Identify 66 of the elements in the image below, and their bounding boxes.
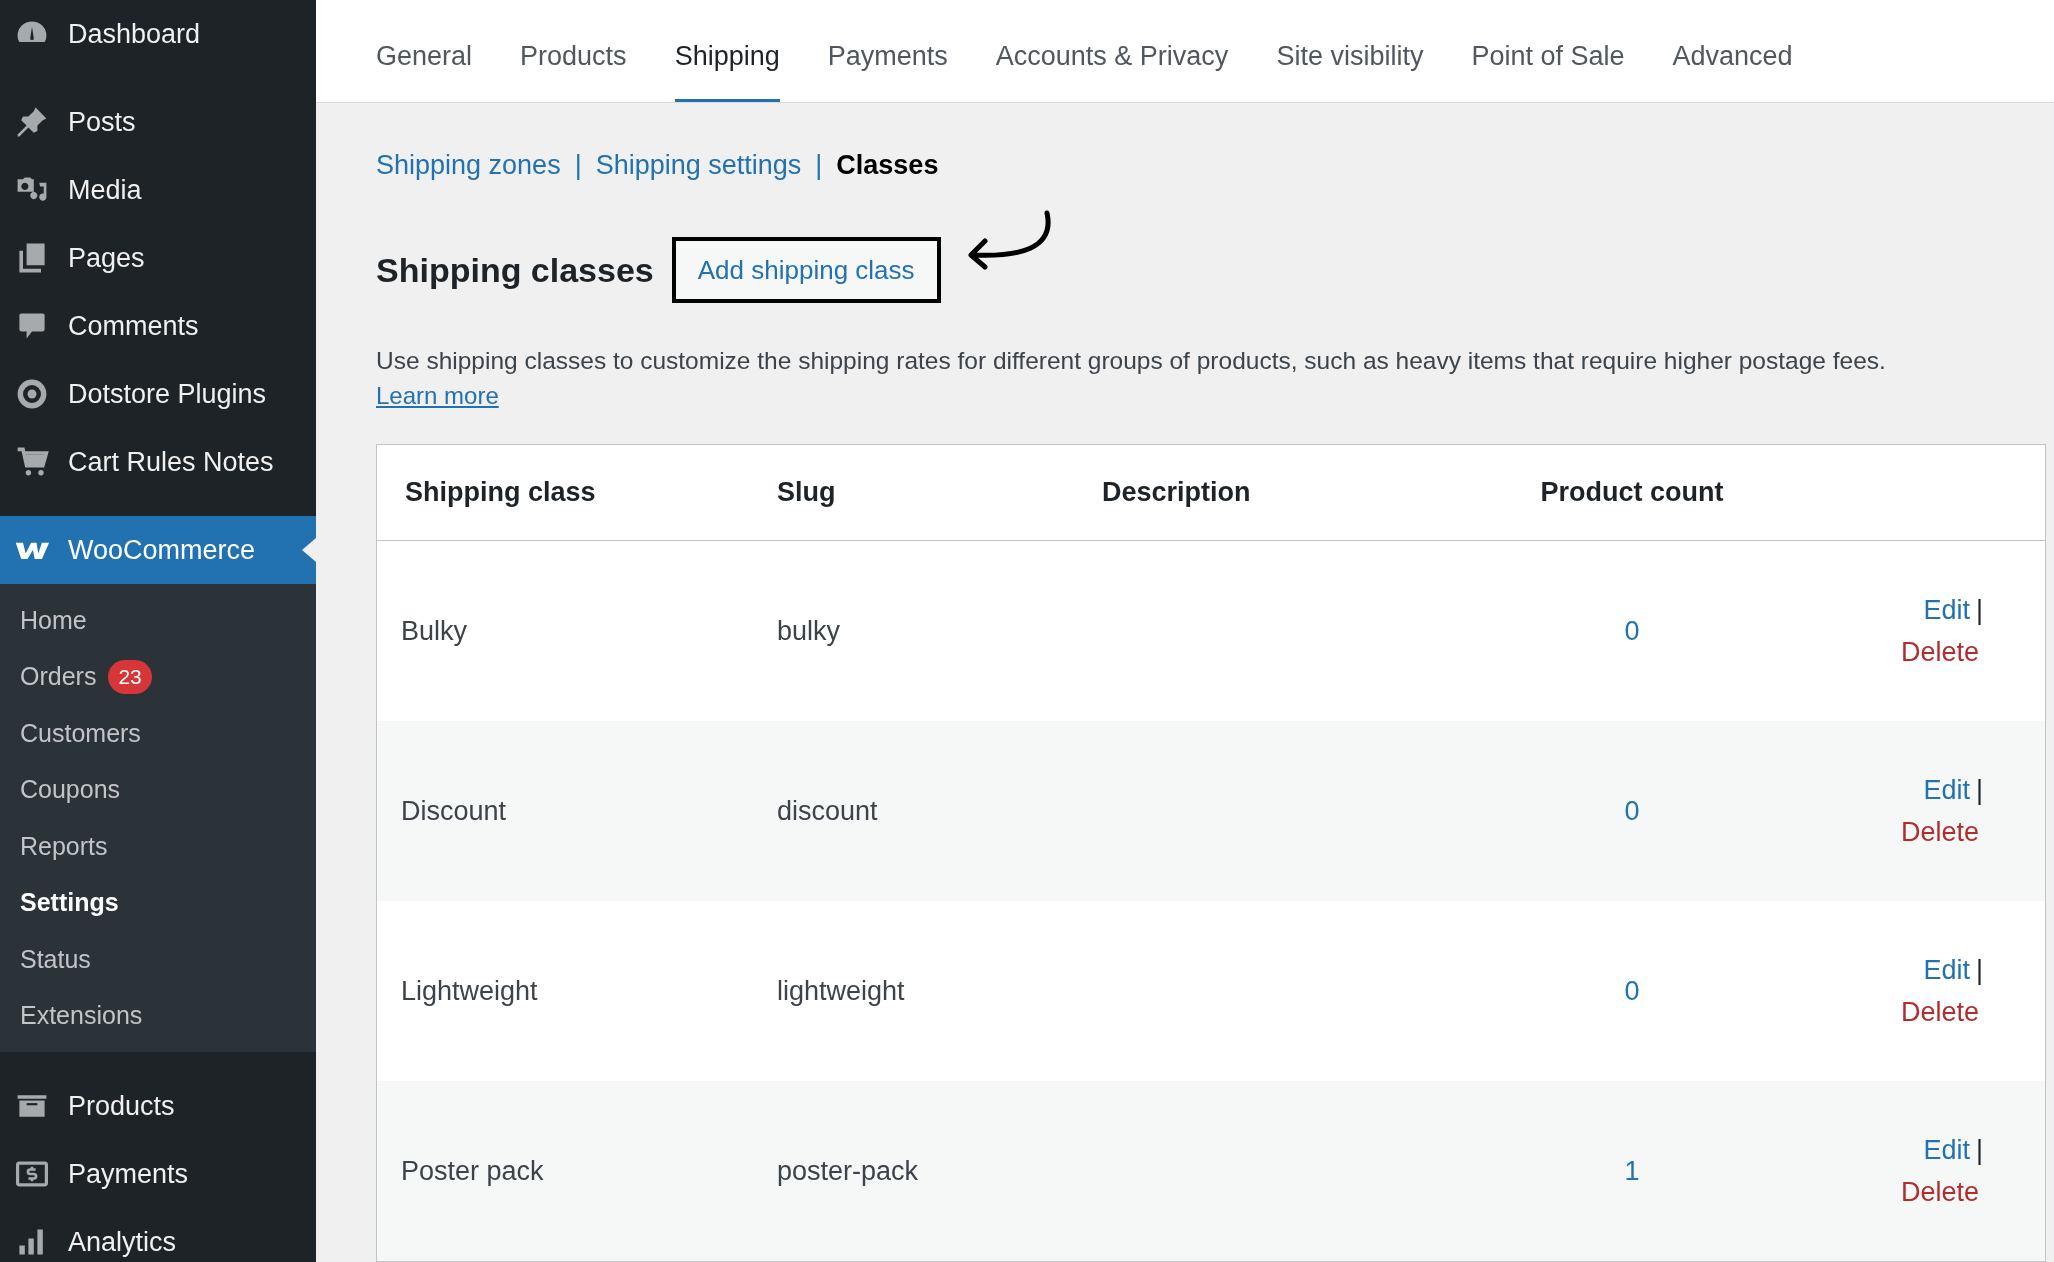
settings-tab[interactable]: Payments	[827, 36, 948, 102]
product-count-link[interactable]: 0	[1624, 610, 1640, 652]
edit-link[interactable]: Edit	[1923, 769, 1970, 811]
sidebar-item[interactable]: Posts	[0, 88, 316, 156]
table-cell-text: discount	[777, 794, 879, 828]
product-count-link[interactable]: 0	[1624, 970, 1640, 1012]
settings-tab[interactable]: Site visibility	[1276, 36, 1424, 102]
table-cell-text: poster-pack	[777, 1154, 920, 1188]
table-cell-text: Bulky	[400, 614, 469, 648]
settings-tab[interactable]: Products	[520, 36, 627, 102]
sidebar-item[interactable]: Comments	[0, 292, 316, 360]
submenu-item[interactable]: Coupons	[0, 761, 316, 818]
submenu-item[interactable]: Extensions	[0, 987, 316, 1044]
separator: |	[1976, 954, 1983, 987]
edit-link[interactable]: Edit	[1923, 1129, 1970, 1171]
column-header: Product count	[1539, 476, 1725, 510]
column-header: Shipping class	[404, 476, 597, 510]
submenu-item[interactable]: Status	[0, 931, 316, 988]
product-count-link[interactable]: 0	[1624, 790, 1640, 832]
sidebar-item[interactable]: Products	[0, 1072, 316, 1140]
submenu-item[interactable]: Orders 23	[0, 648, 316, 705]
table-cell-text: bulky	[777, 614, 842, 648]
edit-link[interactable]: Edit	[1923, 949, 1970, 991]
sidebar-item[interactable]: Dotstore Plugins	[0, 360, 316, 428]
column-header: Description	[1102, 476, 1252, 510]
submenu-item[interactable]: Settings	[0, 874, 316, 931]
table-cell-text: lightweight	[777, 974, 906, 1008]
add-shipping-class-button[interactable]: Add shipping class	[671, 237, 941, 303]
settings-tab[interactable]: General	[376, 36, 473, 102]
page-heading: Shipping classes	[376, 249, 654, 291]
sidebar-item[interactable]: Dashboard	[0, 0, 316, 68]
settings-tab[interactable]: Shipping	[674, 36, 780, 102]
sidebar-item[interactable]: Cart Rules Notes	[0, 428, 316, 496]
sidebar-item[interactable]: Analytics	[0, 1208, 316, 1262]
product-count-link[interactable]: 1	[1624, 1150, 1640, 1192]
separator: |	[815, 148, 823, 182]
active-pointer	[302, 538, 316, 562]
separator: |	[574, 148, 582, 182]
separator: |	[1976, 1134, 1983, 1167]
table-cell-text: Lightweight	[400, 974, 539, 1008]
subnav-link[interactable]: Classes	[836, 144, 939, 185]
sidebar-item[interactable]: Payments	[0, 1140, 316, 1208]
subnav-link[interactable]: Shipping zones	[376, 144, 561, 185]
submenu-item[interactable]: Customers	[0, 705, 316, 762]
settings-tab[interactable]: Point of Sale	[1471, 36, 1625, 102]
delete-link[interactable]: Delete	[1900, 991, 1983, 1033]
separator: |	[1976, 594, 1983, 627]
delete-link[interactable]: Delete	[1900, 811, 1983, 853]
column-header: Slug	[777, 476, 837, 510]
delete-link[interactable]: Delete	[1900, 631, 1983, 673]
learn-more-link[interactable]: Learn more	[376, 382, 499, 409]
count-badge: 23	[108, 659, 152, 694]
sidebar-item[interactable]: Media	[0, 156, 316, 224]
table-cell-text: Discount	[400, 794, 508, 828]
submenu-item[interactable]: Reports	[0, 818, 316, 875]
delete-link[interactable]: Delete	[1900, 1171, 1983, 1213]
description-text: Use shipping classes to customize the shipping rates for different groups of products, such as heavy items that require higher postage fees.	[376, 346, 1887, 376]
sidebar-item[interactable]: WooCommerce	[0, 516, 316, 584]
subnav-link[interactable]: Shipping settings	[595, 144, 802, 185]
settings-tab[interactable]: Advanced	[1672, 36, 1793, 102]
table-cell-text: Poster pack	[400, 1154, 545, 1188]
settings-tab[interactable]: Accounts & Privacy	[995, 36, 1229, 102]
edit-link[interactable]: Edit	[1923, 589, 1970, 631]
submenu-item[interactable]: Home	[0, 592, 316, 649]
separator: |	[1976, 774, 1983, 807]
sidebar-item[interactable]: Pages	[0, 224, 316, 292]
